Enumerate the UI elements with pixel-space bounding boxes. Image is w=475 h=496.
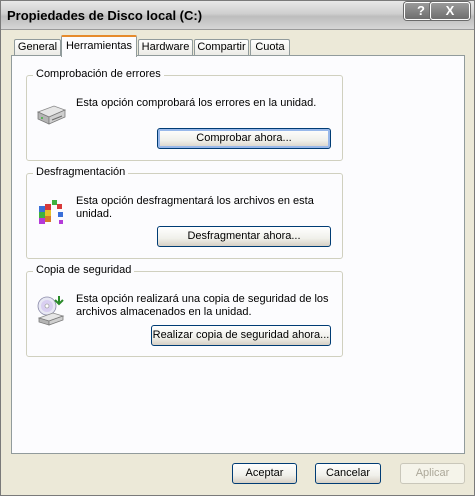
close-button[interactable]: X: [430, 2, 470, 20]
backup-description: Esta opción realizará una copia de segur…: [76, 293, 329, 318]
hard-drive-icon: [36, 105, 67, 125]
tab-compartir[interactable]: Compartir: [194, 39, 249, 55]
backup-title: Copia de seguridad: [33, 264, 135, 276]
error-check-title: Comprobación de errores: [33, 68, 164, 80]
defragment-icon: [39, 200, 63, 224]
error-check-group: Comprobación de errores Esta opción comp…: [26, 68, 343, 161]
check-now-button[interactable]: Comprobar ahora...: [157, 128, 331, 149]
cancel-button[interactable]: Cancelar: [315, 463, 381, 484]
error-check-description: Esta opción comprobará los errores en la…: [76, 97, 317, 109]
apply-button[interactable]: Aplicar: [400, 463, 465, 484]
backup-icon: [37, 296, 65, 326]
tab-general[interactable]: General: [14, 39, 61, 55]
tab-hardware[interactable]: Hardware: [138, 39, 193, 55]
properties-window: Propiedades de Disco local (C:) ? X Gene…: [0, 0, 475, 496]
tab-panel-herramientas: Comprobación de errores Esta opción comp…: [11, 55, 465, 454]
tab-herramientas[interactable]: Herramientas: [61, 35, 137, 57]
defrag-title: Desfragmentación: [33, 166, 129, 178]
title-bar[interactable]: Propiedades de Disco local (C:) ? X: [1, 1, 474, 30]
ok-button[interactable]: Aceptar: [232, 463, 297, 484]
defrag-description: Esta opción desfragmentará los archivos …: [76, 195, 314, 220]
defragment-now-button[interactable]: Desfragmentar ahora...: [157, 226, 331, 247]
tab-cuota[interactable]: Cuota: [250, 39, 290, 55]
defrag-group: Desfragmentación Esta opción desfragment…: [26, 166, 343, 259]
backup-group: Copia de seguridad Esta opción realizará…: [26, 264, 343, 357]
window-title: Propiedades de Disco local (C:): [7, 8, 203, 23]
backup-now-button[interactable]: Realizar copia de seguridad ahora...: [151, 325, 331, 346]
